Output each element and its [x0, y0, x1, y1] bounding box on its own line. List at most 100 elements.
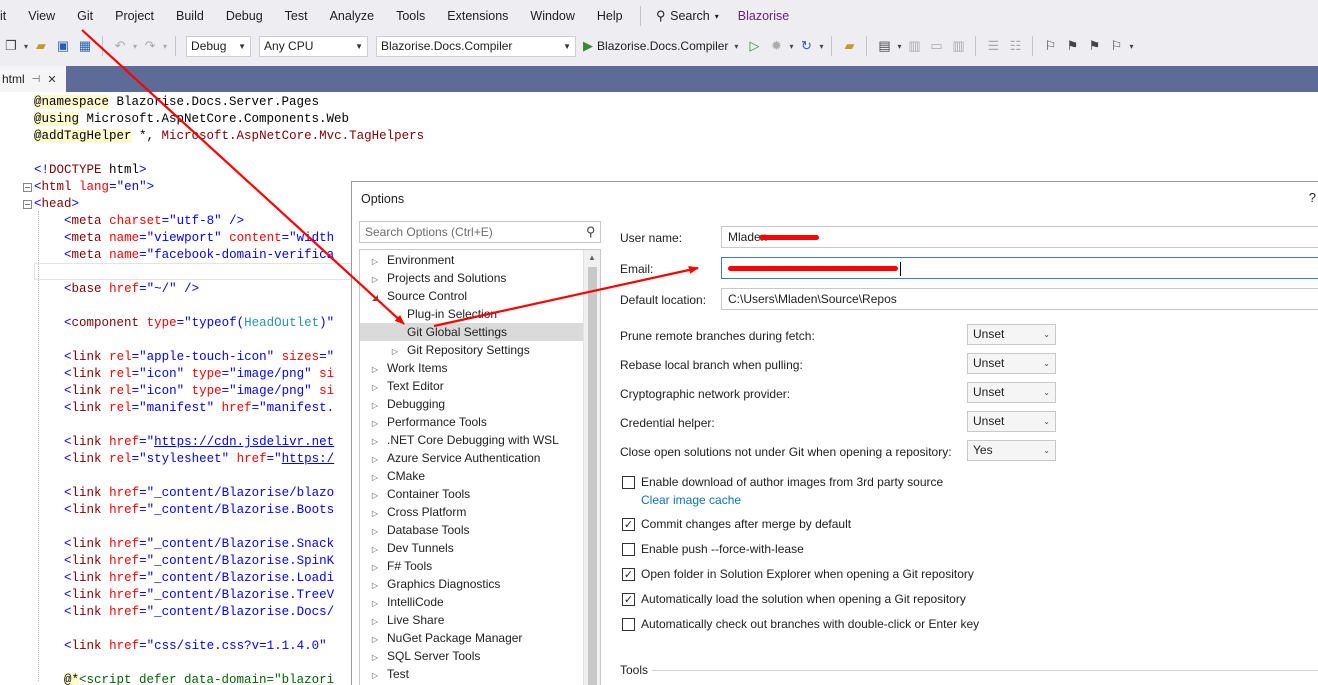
browse-icon[interactable]: ▰: [839, 36, 859, 56]
tree-item-work-items[interactable]: ▷ Work Items: [360, 359, 584, 377]
tree-scrollbar[interactable]: ▲: [583, 250, 600, 685]
tree-item-text-editor[interactable]: ▷ Text Editor: [360, 377, 584, 395]
menu-item-git[interactable]: Git: [66, 0, 104, 32]
code-line[interactable]: <html lang="en">: [34, 179, 154, 196]
code-line[interactable]: <link href="_content/Blazorise/blazo: [34, 485, 334, 502]
save-icon[interactable]: ▣: [53, 36, 73, 56]
code-line[interactable]: <head>: [34, 196, 79, 213]
code-line[interactable]: <link rel="stylesheet" href="https:/: [34, 451, 334, 468]
comment-lines-icon[interactable]: ☰: [983, 36, 1003, 56]
window-icon[interactable]: ▭: [926, 36, 946, 56]
tree-item-cross-platform[interactable]: ▷ Cross Platform: [360, 503, 584, 521]
code-line[interactable]: <link rel="icon" type="image/png" si: [34, 366, 334, 383]
menu-item-extensions[interactable]: Extensions: [436, 0, 519, 32]
code-line[interactable]: @*<script defer data-domain="blazori: [34, 672, 334, 685]
close-icon[interactable]: ✕: [47, 73, 56, 86]
undo-dropdown-arrow[interactable]: ▾: [133, 42, 137, 51]
code-line[interactable]: <link href="https://cdn.jsdelivr.net: [34, 434, 334, 451]
tree-item-git-global-settings[interactable]: Git Global Settings: [360, 323, 584, 341]
checkbox[interactable]: [622, 542, 635, 556]
menu-item-view[interactable]: View: [17, 0, 66, 32]
setting-checkbox-row[interactable]: ✓ Open folder in Solution Explorer when o…: [622, 567, 974, 581]
start-without-debugging-icon[interactable]: ▷: [744, 36, 764, 56]
tree-item-sql-server-tools[interactable]: ▷ SQL Server Tools: [360, 647, 584, 665]
scroll-up-icon[interactable]: ▲: [588, 253, 596, 262]
menu-item-it[interactable]: it: [0, 0, 17, 32]
search-options-input[interactable]: Search Options (Ctrl+E) ⚲: [359, 221, 601, 243]
tree-item-live-share[interactable]: ▷ Live Share: [360, 611, 584, 629]
restart-icon[interactable]: ↻: [796, 36, 816, 56]
menu-item-debug[interactable]: Debug: [215, 0, 274, 32]
clear-bookmarks-icon[interactable]: ⚐: [1106, 36, 1126, 56]
menu-item-window[interactable]: Window: [519, 0, 585, 32]
tree-item-source-control[interactable]: ◢ Source Control: [360, 287, 584, 305]
uncomment-lines-icon[interactable]: ☷: [1005, 36, 1025, 56]
expand-icon[interactable]: ▷: [370, 667, 380, 685]
code-line[interactable]: <link href="_content/Blazorise.TreeV: [34, 587, 334, 604]
hot-reload-dropdown-arrow[interactable]: ▾: [789, 42, 793, 51]
setting-checkbox-row[interactable]: ✓ Automatically load the solution when op…: [622, 592, 966, 606]
layout-icon[interactable]: ▤: [874, 36, 894, 56]
setting-checkbox-row[interactable]: Enable push --force-with-lease: [622, 542, 804, 556]
collapse-icon[interactable]: −: [23, 183, 32, 192]
tree-item-intellicode[interactable]: ▷ IntelliCode: [360, 593, 584, 611]
code-line[interactable]: <link href="_content/Blazorise.Snack: [34, 536, 334, 553]
scrollbar-thumb[interactable]: [588, 267, 597, 685]
tree-item-database-tools[interactable]: ▷ Database Tools: [360, 521, 584, 539]
email-input[interactable]: [721, 257, 1318, 279]
tree-item-net-core-debugging-with-wsl[interactable]: ▷ .NET Core Debugging with WSL: [360, 431, 584, 449]
split-icon[interactable]: ▥: [904, 36, 924, 56]
tree-item-debugging[interactable]: ▷ Debugging: [360, 395, 584, 413]
tree-item-container-tools[interactable]: ▷ Container Tools: [360, 485, 584, 503]
tree-item-git-repository-settings[interactable]: ▷ Git Repository Settings: [360, 341, 584, 359]
menu-item-analyze[interactable]: Analyze: [319, 0, 385, 32]
code-line[interactable]: <component type="typeof(HeadOutlet)": [34, 315, 334, 332]
checkbox[interactable]: ✓: [622, 567, 635, 581]
menu-item-build[interactable]: Build: [165, 0, 215, 32]
pin-icon[interactable]: ⊣: [32, 74, 41, 85]
restart-dropdown-arrow[interactable]: ▾: [819, 42, 823, 51]
new-project-icon[interactable]: ❐: [1, 36, 21, 56]
clear-image-cache-link[interactable]: Clear image cache: [641, 493, 741, 507]
layout-dropdown-arrow[interactable]: ▾: [897, 42, 901, 51]
code-line[interactable]: <meta charset="utf-8" />: [34, 213, 244, 230]
setting-checkbox-row[interactable]: Enable download of author images from 3r…: [622, 475, 943, 489]
checkbox[interactable]: ✓: [622, 592, 635, 606]
code-line[interactable]: <link href="css/site.css?v=1.1.4.0": [34, 638, 327, 655]
code-line[interactable]: <link href="_content/Blazorise.Docs/: [34, 604, 334, 621]
code-line[interactable]: <link rel="icon" type="image/png" si: [34, 383, 334, 400]
code-line[interactable]: @using Microsoft.AspNetCore.Components.W…: [34, 111, 349, 128]
tree-item-plug-in-selection[interactable]: Plug-in Selection: [360, 305, 584, 323]
menu-item-project[interactable]: Project: [104, 0, 165, 32]
tree-item-projects-and-solutions[interactable]: ▷ Projects and Solutions: [360, 269, 584, 287]
collapse-icon[interactable]: −: [23, 200, 32, 209]
setting-select[interactable]: Unset ⌄: [967, 353, 1056, 374]
code-line[interactable]: <!DOCTYPE html>: [34, 162, 147, 179]
previous-bookmark-icon[interactable]: ⚑: [1062, 36, 1082, 56]
setting-select[interactable]: Unset ⌄: [967, 324, 1056, 345]
user-name-input[interactable]: Mladen: [721, 226, 1318, 248]
redo-icon[interactable]: ↷: [140, 36, 160, 56]
solution-configuration-select[interactable]: Debug ▼: [186, 35, 252, 57]
default-location-input[interactable]: C:\Users\Mladen\Source\Repos: [721, 288, 1318, 310]
tree-item-nuget-package-manager[interactable]: ▷ NuGet Package Manager: [360, 629, 584, 647]
tree-item-graphics-diagnostics[interactable]: ▷ Graphics Diagnostics: [360, 575, 584, 593]
tree-item-f-tools[interactable]: ▷ F# Tools: [360, 557, 584, 575]
tree-item-test[interactable]: ▷ Test: [360, 665, 584, 683]
code-line[interactable]: <link href="_content/Blazorise.SpinK: [34, 553, 334, 570]
startup-project-select[interactable]: Blazorise.Docs.Compiler ▼: [376, 35, 577, 57]
document-tab[interactable]: html ⊣ ✕: [0, 66, 66, 92]
next-bookmark-icon[interactable]: ⚑: [1084, 36, 1104, 56]
code-line[interactable]: <meta name="viewport" content="width: [34, 230, 334, 247]
tree-item-performance-tools[interactable]: ▷ Performance Tools: [360, 413, 584, 431]
code-line[interactable]: <link href="_content/Blazorise.Loadi: [34, 570, 334, 587]
code-line[interactable]: <link href="_content/Blazorise.Boots: [34, 502, 334, 519]
open-folder-icon[interactable]: ▰: [31, 36, 51, 56]
code-line[interactable]: <base href="~/" />: [34, 281, 199, 298]
setting-select[interactable]: Unset ⌄: [967, 411, 1056, 432]
columns-icon[interactable]: ▥: [948, 36, 968, 56]
solution-platform-select[interactable]: Any CPU ▼: [259, 35, 369, 57]
setting-select[interactable]: Unset ⌄: [967, 382, 1056, 403]
code-line[interactable]: @addTagHelper *, Microsoft.AspNetCore.Mv…: [34, 128, 424, 145]
code-line[interactable]: @namespace Blazorise.Docs.Server.Pages: [34, 94, 319, 111]
